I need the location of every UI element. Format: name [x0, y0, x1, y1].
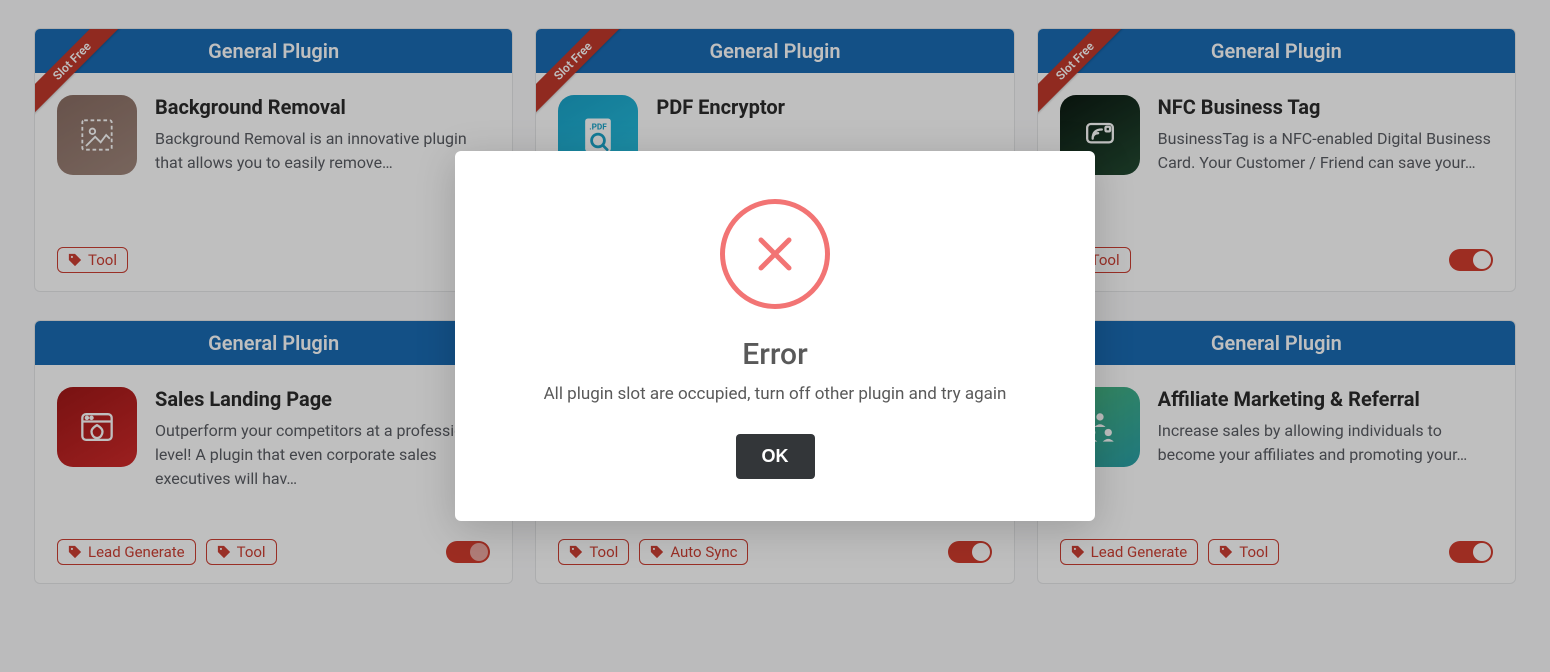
modal-title: Error [495, 337, 1055, 372]
modal-message: All plugin slot are occupied, turn off o… [495, 384, 1055, 404]
error-modal: Error All plugin slot are occupied, turn… [455, 151, 1095, 521]
error-x-icon [720, 199, 830, 309]
modal-ok-button[interactable]: OK [736, 434, 815, 479]
